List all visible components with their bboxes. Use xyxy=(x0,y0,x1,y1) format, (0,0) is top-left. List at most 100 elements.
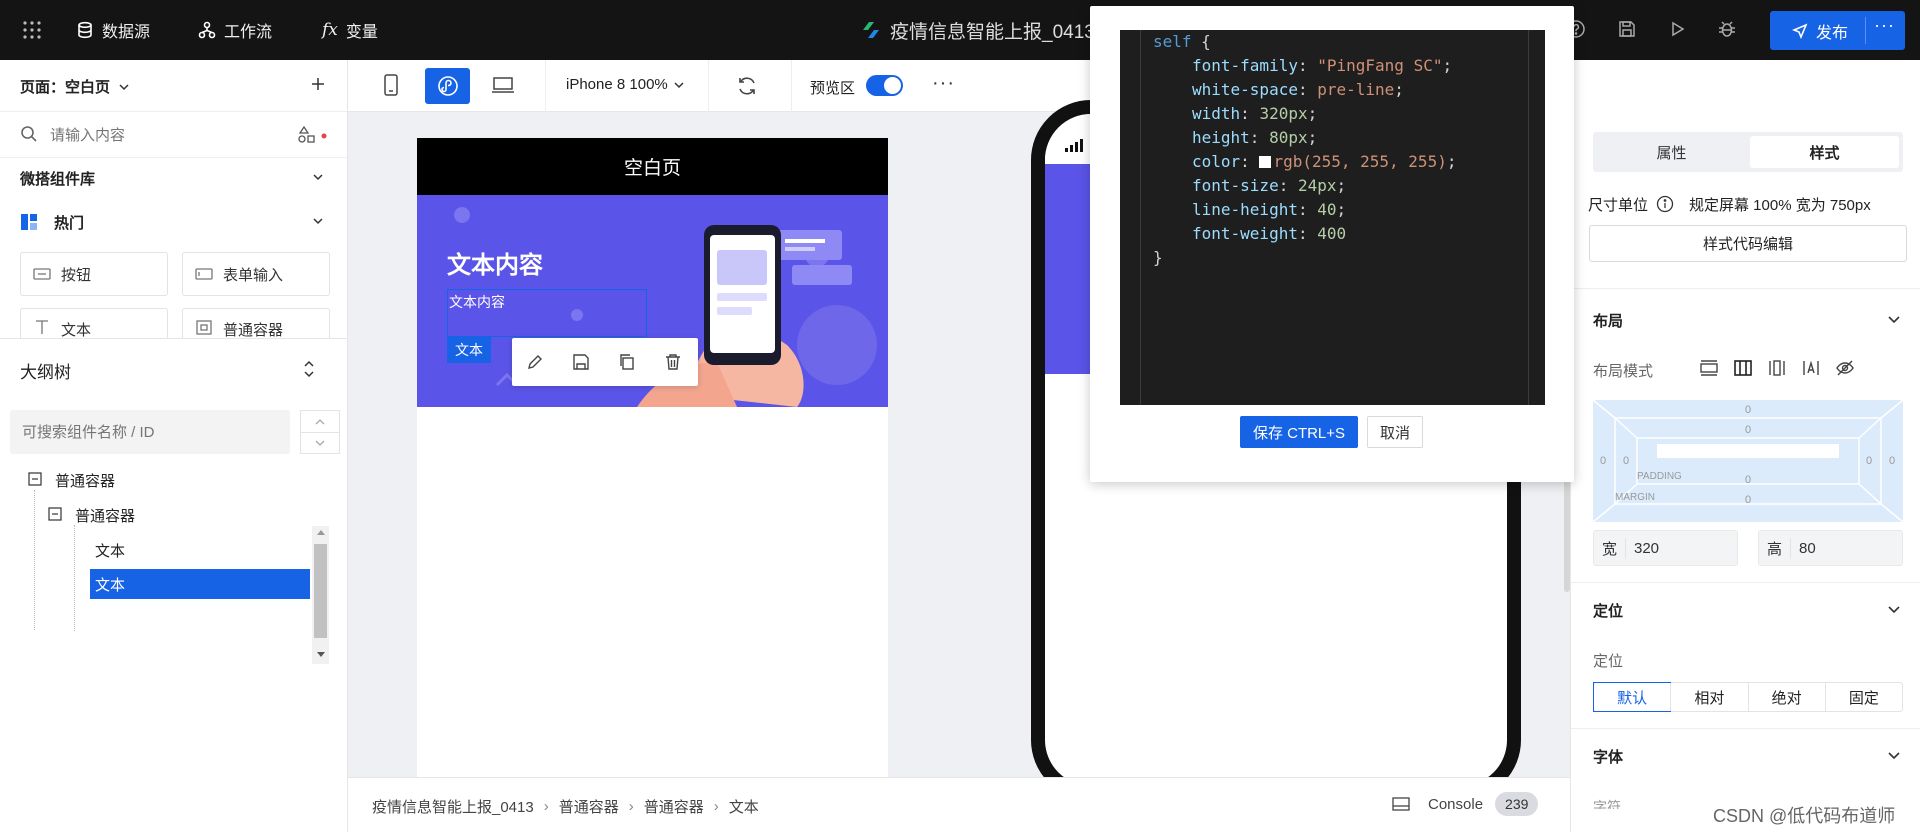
component-form-input[interactable]: 表单输入 xyxy=(182,252,330,296)
datasource-menu[interactable]: 数据源 xyxy=(76,0,150,60)
play-icon[interactable] xyxy=(1666,18,1690,42)
tree-node-text-selected[interactable]: 文本 xyxy=(90,569,310,599)
height-field[interactable]: 高 80 xyxy=(1758,530,1903,566)
padding-bottom-value[interactable]: 0 xyxy=(1745,474,1751,486)
preview-toggle[interactable] xyxy=(866,75,903,96)
grid-menu-icon[interactable] xyxy=(20,18,44,42)
tree-node-container[interactable]: 普通容器 xyxy=(55,470,115,491)
chevron-right-icon: › xyxy=(628,798,634,815)
refresh-icon[interactable] xyxy=(736,75,758,97)
edit-icon[interactable] xyxy=(526,353,544,371)
breadcrumb-item[interactable]: 普通容器 xyxy=(644,796,704,817)
search-up-button[interactable] xyxy=(300,410,340,432)
width-field[interactable]: 宽 320 xyxy=(1593,530,1738,566)
info-icon[interactable] xyxy=(1656,195,1674,213)
position-section-title[interactable]: 定位 xyxy=(1593,600,1623,621)
font-section-title[interactable]: 字体 xyxy=(1593,746,1623,767)
chevron-down-icon[interactable] xyxy=(312,215,324,227)
code-line: white-space: pre-line; xyxy=(1192,78,1404,102)
layout-inline-icon[interactable] xyxy=(1801,358,1821,378)
layout-hidden-icon[interactable] xyxy=(1835,358,1855,378)
delete-icon[interactable] xyxy=(664,353,682,371)
tab-style[interactable]: 样式 xyxy=(1750,136,1899,168)
tab-props[interactable]: 属性 xyxy=(1597,136,1746,168)
position-absolute[interactable]: 绝对 xyxy=(1747,683,1825,711)
layout-flex-row-icon[interactable] xyxy=(1733,358,1753,378)
banner-heading[interactable]: 文本内容 xyxy=(447,245,543,280)
tree-node-container[interactable]: 普通容器 xyxy=(75,505,135,526)
hot-title[interactable]: 热门 xyxy=(54,212,84,233)
scroll-down-arrow[interactable] xyxy=(317,652,325,657)
save-code-label: 保存 CTRL+S xyxy=(1252,424,1346,442)
mobile-view-icon[interactable] xyxy=(382,74,400,96)
workflow-menu[interactable]: 工作流 xyxy=(198,0,272,60)
code-value: 24px xyxy=(1297,176,1337,195)
publish-button[interactable]: 发布 ··· xyxy=(1770,11,1905,50)
debug-icon[interactable] xyxy=(1716,18,1740,42)
console-icon xyxy=(1392,796,1410,812)
console-toggle[interactable]: Console 239 xyxy=(1392,792,1539,816)
breadcrumb-item[interactable]: 普通容器 xyxy=(559,796,619,817)
padding-left-value[interactable]: 0 xyxy=(1623,455,1629,467)
component-button[interactable]: 按钮 xyxy=(20,252,168,296)
divider xyxy=(1571,582,1920,583)
layout-block-icon[interactable] xyxy=(1699,358,1719,378)
chevron-down-icon[interactable] xyxy=(312,171,324,183)
position-relative[interactable]: 相对 xyxy=(1670,683,1747,711)
expand-collapse-icon[interactable] xyxy=(302,360,316,378)
breadcrumb-item[interactable]: 疫情信息智能上报_0413 xyxy=(372,796,534,817)
tree-node-label: 文本 xyxy=(95,576,126,594)
variables-menu[interactable]: fx 变量 xyxy=(322,0,378,60)
component-container[interactable]: 普通容器 xyxy=(182,308,330,339)
chevron-down-icon[interactable] xyxy=(1886,748,1902,764)
hot-section-icon xyxy=(20,213,38,231)
watermark: CSDN @低代码布道师 xyxy=(1713,802,1896,828)
component-label: 文本 xyxy=(61,322,92,339)
padding-right-value[interactable]: 0 xyxy=(1866,455,1872,467)
cancel-button[interactable]: 取消 xyxy=(1367,416,1423,448)
edit-style-code-button[interactable]: 样式代码编辑 xyxy=(1589,225,1907,262)
chevron-down-icon[interactable] xyxy=(1886,312,1902,328)
tree-collapse-icon[interactable] xyxy=(48,507,62,521)
scroll-up-arrow[interactable] xyxy=(317,530,325,535)
outline-search-input[interactable] xyxy=(10,410,290,454)
selected-text-component[interactable]: 文本内容 xyxy=(447,289,647,337)
position-default[interactable]: 默认 xyxy=(1593,682,1672,712)
more-options-icon[interactable]: ··· xyxy=(932,72,955,95)
banner[interactable]: 文本内容 文本内容 文本 xyxy=(417,195,888,407)
breadcrumb-item[interactable]: 文本 xyxy=(729,796,759,817)
add-page-icon[interactable] xyxy=(310,76,326,92)
tree-collapse-icon[interactable] xyxy=(28,472,42,486)
console-count-badge: 239 xyxy=(1495,792,1539,816)
publish-label: 发布 xyxy=(1816,24,1849,42)
margin-right-value[interactable]: 0 xyxy=(1889,455,1895,467)
layout-section-title[interactable]: 布局 xyxy=(1593,310,1623,331)
lib-title[interactable]: 微搭组件库 xyxy=(20,168,95,189)
desktop-view-icon[interactable] xyxy=(491,76,515,94)
tree-scrollbar[interactable] xyxy=(312,526,329,664)
page-selector[interactable]: 页面：空白页 xyxy=(20,76,130,97)
color-swatch[interactable] xyxy=(1259,156,1272,168)
mini-program-view-button[interactable] xyxy=(425,68,470,104)
page-preview[interactable]: 空白页 文本内容 文本内容 文本 xyxy=(417,138,888,778)
device-selector[interactable]: iPhone 8 100% xyxy=(566,76,684,93)
layout-flex-column-icon[interactable] xyxy=(1767,358,1787,378)
shapes-icon[interactable] xyxy=(298,126,328,144)
save-icon[interactable] xyxy=(1616,18,1640,42)
component-text[interactable]: 文本 xyxy=(20,308,168,339)
save-code-button[interactable]: 保存 CTRL+S xyxy=(1240,416,1358,448)
code-editor[interactable]: self {font-family: "PingFang SC"; white-s… xyxy=(1120,30,1545,405)
margin-left-value[interactable]: 0 xyxy=(1600,455,1606,467)
position-fixed[interactable]: 固定 xyxy=(1824,683,1902,711)
margin-bottom-value[interactable]: 0 xyxy=(1745,494,1751,506)
search-down-button[interactable] xyxy=(300,432,340,454)
copy-icon[interactable] xyxy=(618,353,636,371)
component-search-input[interactable] xyxy=(50,122,280,148)
scroll-thumb[interactable] xyxy=(314,544,327,638)
chevron-down-icon[interactable] xyxy=(1886,602,1902,618)
more-icon[interactable]: ··· xyxy=(1874,15,1895,36)
padding-top-value[interactable]: 0 xyxy=(1745,424,1751,436)
tree-node-text[interactable]: 文本 xyxy=(95,540,125,561)
margin-top-value[interactable]: 0 xyxy=(1745,404,1751,416)
save-as-icon[interactable] xyxy=(572,353,590,371)
